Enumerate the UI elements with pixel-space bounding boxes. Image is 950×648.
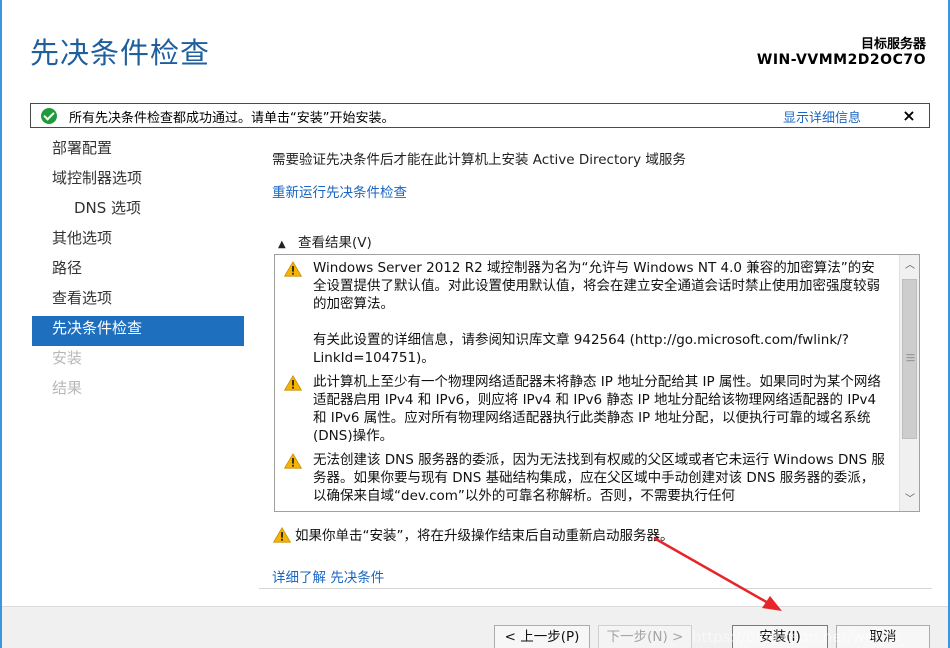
notification-text: 所有先决条件检查都成功通过。请单击“安装”开始安装。: [69, 111, 395, 126]
target-server-name: WIN-VVMM2D2OC7O: [756, 52, 926, 68]
result-text: 有关此设置的详细信息，请参阅知识库文章 942564 (http://go.mi…: [313, 332, 849, 366]
wizard-nav: 部署配置 域控制器选项 DNS 选项 其他选项 路径 查看选项 先决条件检查 安…: [32, 136, 244, 406]
show-details-link[interactable]: 显示详细信息: [783, 107, 861, 126]
previous-button[interactable]: < 上一步(P): [494, 625, 590, 648]
result-item: Windows Server 2012 R2 域控制器为名为“允许与 Windo…: [275, 259, 897, 367]
cancel-button[interactable]: 取消: [836, 625, 930, 648]
warning-icon: [284, 453, 302, 469]
result-text: 此计算机上至少有一个物理网络适配器未将静态 IP 地址分配给其 IP 属性。如果…: [313, 374, 881, 444]
next-button: 下一步(N) >: [598, 625, 692, 648]
content-pane: 需要验证先决条件后才能在此计算机上安装 Active Directory 域服务…: [272, 148, 932, 251]
target-server-label: 目标服务器: [860, 37, 926, 52]
description-text: 需要验证先决条件后才能在此计算机上安装 Active Directory 域服务: [272, 152, 686, 168]
nav-item-dns-options[interactable]: DNS 选项: [32, 196, 244, 226]
nav-item-deployment-config[interactable]: 部署配置: [32, 136, 244, 166]
close-icon[interactable]: ×: [897, 105, 921, 127]
grip-icon: — — —: [906, 350, 915, 366]
restart-warning: 如果你单击“安装”，将在升级操作结束后自动重新启动服务器。: [272, 524, 674, 544]
wizard-window: 先决条件检查 目标服务器 WIN-VVMM2D2OC7O 所有先决条件检查都成功…: [0, 0, 950, 648]
nav-item-results: 结果: [52, 379, 83, 397]
rerun-prerequisites-link[interactable]: 重新运行先决条件检查: [272, 181, 407, 201]
results-list[interactable]: Windows Server 2012 R2 域控制器为名为“允许与 Windo…: [274, 254, 920, 512]
scroll-down-icon[interactable]: ﹀: [901, 491, 919, 509]
nav-item-paths[interactable]: 路径: [32, 256, 244, 286]
result-item: 此计算机上至少有一个物理网络适配器未将静态 IP 地址分配给其 IP 属性。如果…: [275, 373, 897, 445]
warning-icon: [284, 375, 302, 391]
result-text: Windows Server 2012 R2 域控制器为名为“允许与 Windo…: [313, 260, 880, 312]
scroll-up-icon[interactable]: ︿: [901, 257, 919, 275]
chevron-up-icon: ▲: [278, 239, 286, 250]
view-results-toggle[interactable]: ▲ 查看结果(V): [278, 231, 372, 251]
install-button[interactable]: 安装(I): [732, 625, 828, 648]
nav-item-review-options[interactable]: 查看选项: [32, 286, 244, 316]
result-item: 无法创建该 DNS 服务器的委派，因为无法找到有权威的父区域或者它未运行 Win…: [275, 451, 897, 505]
nav-item-additional-options[interactable]: 其他选项: [32, 226, 244, 256]
nav-item-prerequisites-check[interactable]: 先决条件检查: [32, 316, 244, 346]
restart-warning-text: 如果你单击“安装”，将在升级操作结束后自动重新启动服务器。: [295, 528, 674, 544]
success-check-icon: [41, 108, 57, 124]
divider: [259, 588, 932, 589]
result-text: 无法创建该 DNS 服务器的委派，因为无法找到有权威的父区域或者它未运行 Win…: [313, 452, 885, 504]
view-results-label: 查看结果(V): [298, 235, 372, 251]
results-scrollbar[interactable]: ︿ — — — ﹀: [899, 255, 919, 511]
more-info-link[interactable]: 详细了解 先决条件: [272, 566, 384, 586]
warning-icon: [284, 261, 302, 277]
notification-bar: 所有先决条件检查都成功通过。请单击“安装”开始安装。 显示详细信息 ×: [30, 103, 930, 128]
wizard-footer: < 上一步(P) 下一步(N) > 安装(I) 取消: [2, 606, 948, 648]
page-title: 先决条件检查: [30, 36, 211, 70]
scroll-thumb[interactable]: — — —: [902, 279, 917, 439]
nav-item-installation: 安装: [52, 349, 83, 367]
warning-icon: [272, 527, 292, 543]
nav-item-dc-options[interactable]: 域控制器选项: [32, 166, 244, 196]
